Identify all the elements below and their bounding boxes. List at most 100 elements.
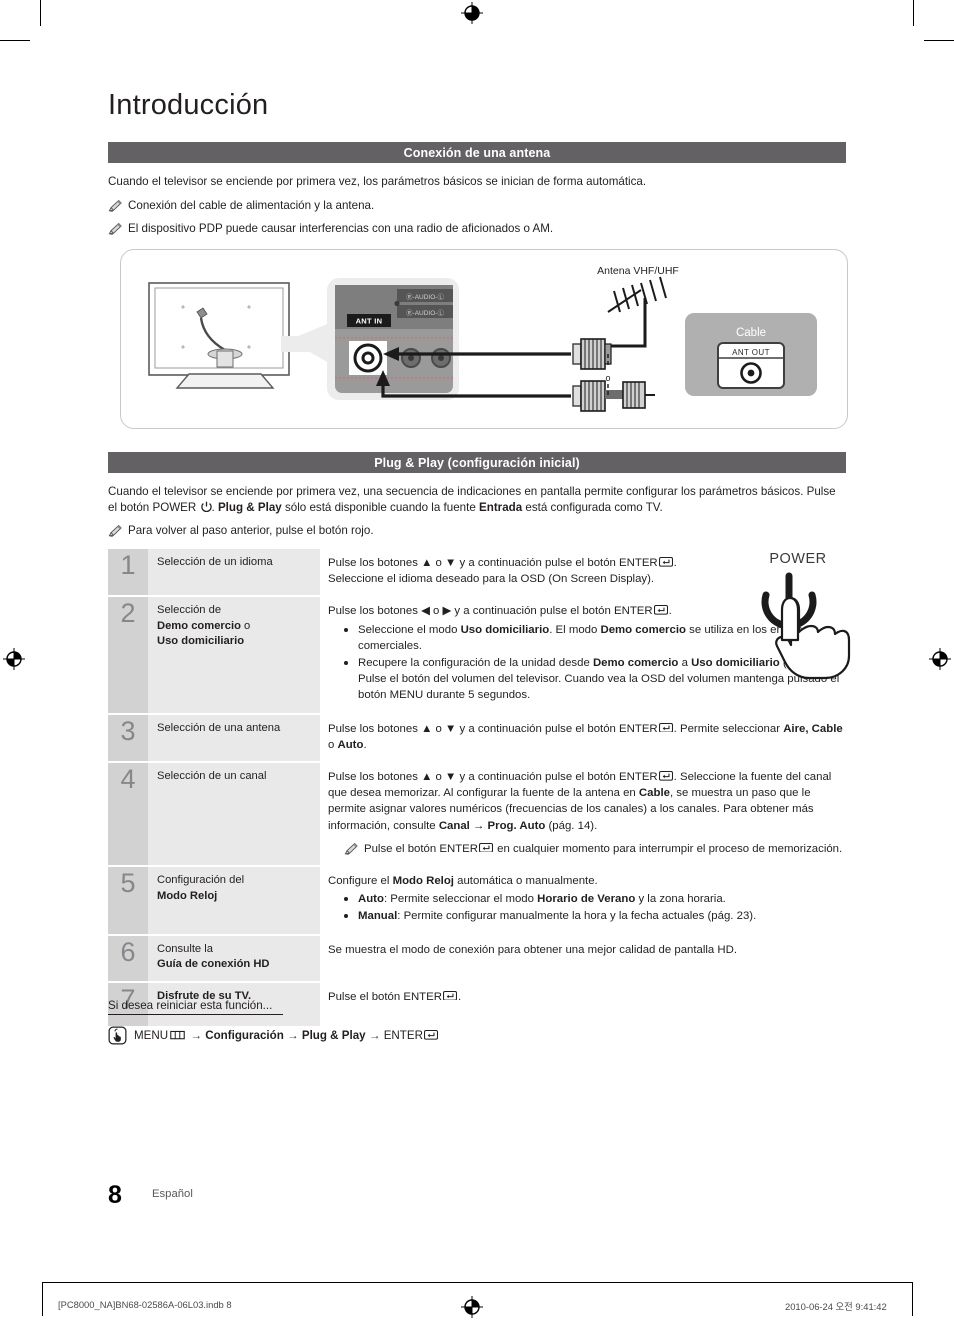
- step-label: Selección de un idioma: [148, 549, 320, 597]
- svg-text:ANT OUT: ANT OUT: [732, 348, 770, 357]
- table-row: 3 Selección de una antena Pulse los boto…: [108, 713, 846, 763]
- coax-connector-lower: [572, 380, 655, 412]
- power-symbol-icon: [200, 501, 212, 513]
- step-label: Selección de una antena: [148, 713, 320, 763]
- crop-mark-top-right-horizontal: [924, 40, 954, 41]
- enter-key-icon: [653, 605, 668, 616]
- reset-path-arrow2: →: [287, 1029, 299, 1042]
- step-label: Selección de un canal: [148, 762, 320, 867]
- pencil-note-icon: [344, 842, 359, 856]
- enter-key-icon: [658, 722, 673, 733]
- coax-connector-upper: [572, 338, 612, 370]
- svg-text:Antena VHF/UHF: Antena VHF/UHF: [597, 265, 679, 277]
- step-label-text: Selección de: [157, 604, 222, 617]
- reset-heading: Si desea reiniciar esta función...: [108, 999, 283, 1015]
- step-description: Configure el Modo Reloj automática o man…: [320, 866, 846, 935]
- tv-illustration: [148, 282, 290, 389]
- step-desc-a: Se muestra el modo de conexión para obte…: [328, 943, 738, 956]
- step-label-bold: Demo comercio: [157, 619, 241, 632]
- page-number: 8: [108, 1181, 122, 1209]
- step-label: Configuración del Modo Reloj: [148, 866, 320, 935]
- antenna-note-2: El dispositivo PDP puede causar interfer…: [108, 221, 846, 237]
- step-number: 6: [108, 934, 148, 982]
- page-content: Introducción Conexión de una antena Cuan…: [108, 0, 851, 1321]
- reset-path-arrow1: →: [190, 1029, 202, 1042]
- antenna-note-1-text: Conexión del cable de alimentación y la …: [128, 199, 375, 212]
- step-label-text: Selección de un canal: [157, 770, 267, 783]
- section-bar-plugplay-label: Plug & Play (configuración inicial): [374, 455, 580, 470]
- reset-menu-path: MENU → Configuración → Plug & Play → ENT…: [108, 1026, 439, 1045]
- step-label-bold2: Uso domiciliario: [157, 635, 245, 648]
- plugplay-note-1: Para volver al paso anterior, pulse el b…: [108, 523, 846, 539]
- footer-rule-top: [42, 1282, 912, 1283]
- antenna-intro-text: Cuando el televisor se enciende por prim…: [108, 175, 647, 188]
- plugplay-intro-bold1: Plug & Play: [217, 501, 282, 514]
- step-number: 5: [108, 866, 148, 935]
- svg-text:o: o: [605, 373, 610, 383]
- footer-rule-right: [912, 1282, 913, 1316]
- step-desc-b: .: [668, 605, 672, 618]
- crop-mark-top-left-horizontal: [0, 40, 30, 41]
- reset-path-arrow3: →: [368, 1029, 381, 1042]
- registration-mark-left: [3, 648, 25, 670]
- crop-mark-top-right-vertical: [913, 0, 914, 26]
- step-label-text: Configuración del: [157, 874, 245, 887]
- svg-text:ANT IN: ANT IN: [356, 317, 383, 326]
- reset-path-config: Configuración: [205, 1029, 284, 1042]
- step-description: Pulse el botón ENTER.: [320, 981, 846, 1028]
- antenna-note-2-text: El dispositivo PDP puede causar interfer…: [128, 222, 554, 235]
- plugplay-intro-bold2: Entrada: [479, 501, 523, 514]
- step-label-text: Selección de una antena: [157, 721, 281, 734]
- step-subnote-text: Pulse el botón ENTER en cualquier moment…: [364, 841, 842, 857]
- svg-text:Ⓡ-AUDIO-Ⓛ: Ⓡ-AUDIO-Ⓛ: [406, 309, 444, 317]
- step-label-text: Consulte la: [157, 942, 213, 955]
- step-label-text: Selección de un idioma: [157, 556, 273, 568]
- step-desc-a: Pulse los botones ▲ o ▼ y a continuación…: [328, 557, 658, 569]
- step-label-bold: Guía de conexión HD: [157, 958, 270, 971]
- step-desc-a: Pulse los botones ▲ o ▼ y a continuación…: [328, 771, 658, 784]
- power-hand-icon: [761, 572, 851, 680]
- antenna-connection-diagram: Ⓡ-AUDIO-Ⓛ Ⓡ-AUDIO-Ⓛ ANT IN Antena VHF/UH…: [120, 249, 848, 429]
- vhf-uhf-antenna-illustration: Antena VHF/UHF: [597, 265, 679, 348]
- step-number: 3: [108, 713, 148, 763]
- pencil-note-icon: [108, 199, 123, 213]
- step-label-mid: o: [240, 619, 251, 632]
- enter-key-icon: [658, 557, 673, 567]
- hand-press-icon: [108, 1026, 127, 1045]
- plugplay-note-1-text: Para volver al paso anterior, pulse el b…: [128, 524, 374, 537]
- step-subnote: Pulse el botón ENTER en cualquier moment…: [328, 841, 846, 857]
- list-item: Auto: Permite seleccionar el modo Horari…: [344, 891, 846, 907]
- registration-mark-bottom: [461, 1296, 483, 1318]
- table-row: 6 Consulte la Guía de conexión HD Se mue…: [108, 934, 846, 982]
- page-title: Introducción: [108, 89, 269, 121]
- print-footer-filename: [PC8000_NA]BN68-02586A-06L03.indb 8: [58, 1299, 232, 1310]
- step-desc-line2: Seleccione el idioma deseado para la OSD…: [328, 573, 655, 586]
- step-description: Pulse los botones ▲ o ▼ y a continuación…: [320, 762, 846, 867]
- list-item: Manual: Permite configurar manualmente l…: [344, 908, 846, 924]
- step-desc-b: .: [673, 557, 677, 569]
- antenna-note-1: Conexión del cable de alimentación y la …: [108, 198, 846, 214]
- step-desc-a: Configure el Modo Reloj automática o man…: [328, 875, 598, 888]
- menu-icon: [170, 1030, 185, 1040]
- reset-path-enter: ENTER: [383, 1029, 423, 1042]
- print-footer-timestamp: 2010-06-24 오전 9:41:42: [785, 1301, 887, 1312]
- subnote-a: Pulse el botón ENTER: [364, 842, 478, 855]
- reset-path-text: MENU → Configuración → Plug & Play → ENT…: [134, 1029, 439, 1042]
- plugplay-intro-text: Cuando el televisor se enciende por prim…: [108, 484, 846, 516]
- table-row: 4 Selección de un canal Pulse los botone…: [108, 762, 846, 867]
- step-description: Pulse los botones ▲ o ▼ y a continuación…: [320, 713, 846, 763]
- cable-wall-outlet-illustration: Cable ANT OUT: [685, 313, 817, 396]
- enter-key-icon: [478, 842, 493, 853]
- step-bullet-list: Auto: Permite seleccionar el modo Horari…: [328, 891, 846, 924]
- table-row: 5 Configuración del Modo Reloj Configure…: [108, 866, 846, 935]
- crop-mark-top-left-vertical: [40, 0, 41, 26]
- jack-panel-illustration: Ⓡ-AUDIO-Ⓛ Ⓡ-AUDIO-Ⓛ ANT IN: [327, 278, 459, 400]
- step-desc-b: .: [457, 990, 462, 1003]
- section-bar-plugplay: Plug & Play (configuración inicial): [108, 452, 846, 473]
- reset-path-menu: MENU: [134, 1029, 169, 1042]
- footer-rule-left: [42, 1282, 43, 1316]
- step-desc-a: Pulse los botones ▲ o ▼ y a continuación…: [328, 722, 658, 735]
- reset-path-plugplay: Plug & Play: [301, 1029, 366, 1042]
- plugplay-intro-d: está configurada como TV.: [522, 501, 663, 514]
- section-bar-antenna-label: Conexión de una antena: [403, 145, 551, 160]
